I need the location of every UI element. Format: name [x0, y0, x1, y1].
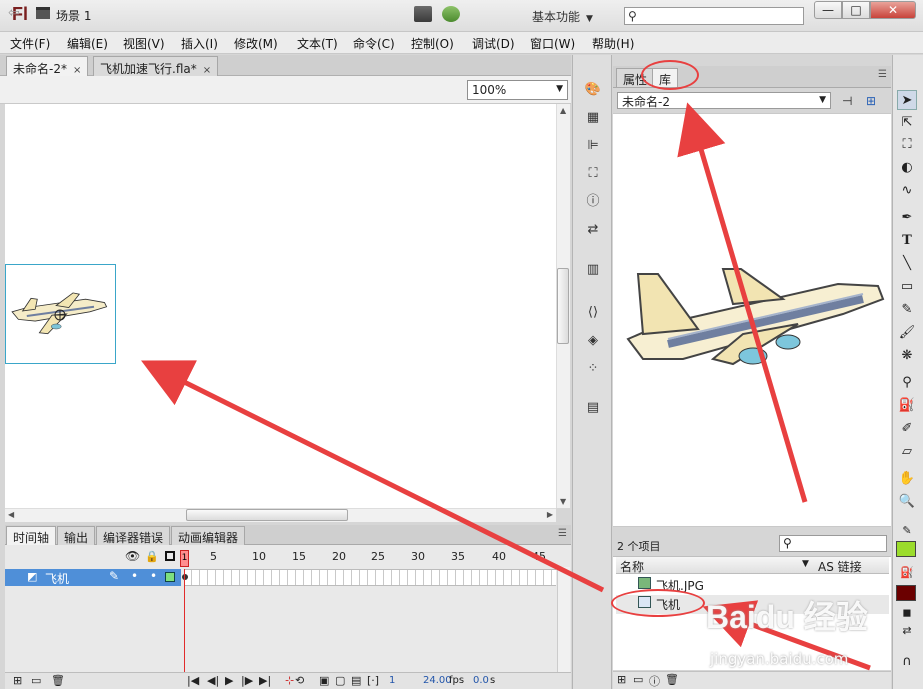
baidu-watermark: Baidu 经验 [706, 599, 868, 635]
watermark-url: jingyan.baidu.com [710, 650, 849, 668]
arrow-to-library-tab [677, 102, 808, 503]
annotation-arrows [141, 102, 871, 671]
arrow-to-stage [141, 360, 605, 593]
